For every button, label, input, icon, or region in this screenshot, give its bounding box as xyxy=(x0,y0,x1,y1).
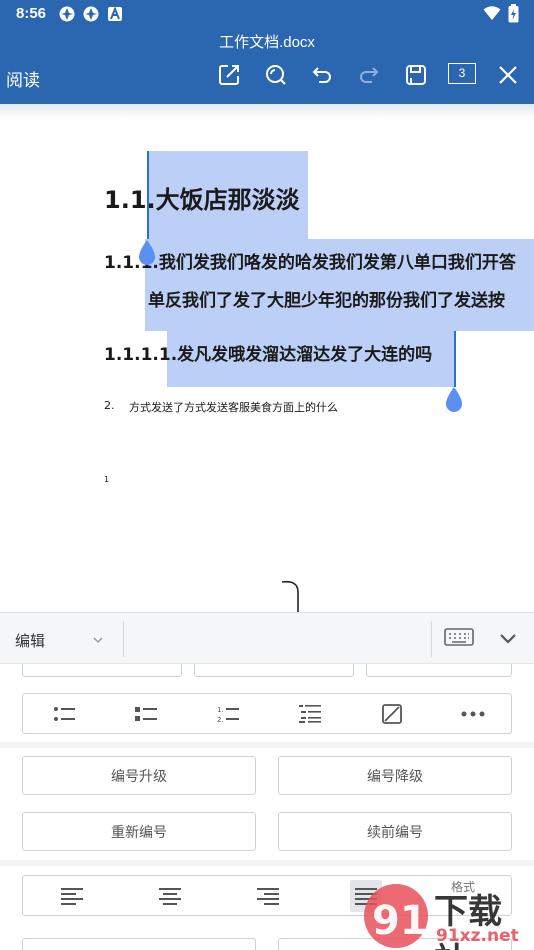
align-left-icon[interactable] xyxy=(23,876,121,916)
partial-row-button[interactable] xyxy=(366,664,512,677)
edit-mode-selector[interactable]: 编辑 xyxy=(15,630,45,651)
close-icon[interactable] xyxy=(494,62,522,88)
search-icon[interactable] xyxy=(262,62,290,88)
battery-icon xyxy=(508,4,519,27)
selection-start-handle[interactable] xyxy=(136,239,158,271)
partial-row-button[interactable] xyxy=(22,664,182,677)
save-icon[interactable] xyxy=(402,62,430,88)
selection-end-cursor xyxy=(454,331,456,387)
keyboard-icon[interactable] xyxy=(444,628,474,652)
app-notification-icon xyxy=(83,6,99,26)
chevron-down-icon[interactable] xyxy=(92,631,104,650)
no-list-icon[interactable] xyxy=(351,694,433,734)
heading-2-continuation[interactable]: 单反我们了发了大胆少年犯的那份我们了发送按 xyxy=(148,286,505,311)
edit-icon[interactable] xyxy=(215,62,243,88)
undo-icon[interactable] xyxy=(308,62,336,88)
app-notification-icon xyxy=(59,6,75,26)
list-style-group: 1. 2. xyxy=(22,693,512,734)
list-number: 2. xyxy=(104,399,115,412)
wifi-icon xyxy=(483,5,501,25)
demote-numbering-button[interactable]: 编号降级 xyxy=(278,756,512,795)
square-bullet-list-icon[interactable] xyxy=(105,694,187,734)
status-bar: 8:56 xyxy=(0,0,534,28)
document-canvas[interactable]: 1.1.大饭店那淡淡 1.1.1.我们发我们咯发的哈发我们发第八单口我们开答 单… xyxy=(0,104,534,612)
document-title: 工作文档.docx xyxy=(219,34,315,51)
footnote-marker: 1 xyxy=(104,475,110,484)
watermark-domain: 91xz.net xyxy=(436,926,519,946)
promote-numbering-button[interactable]: 编号升级 xyxy=(22,756,256,795)
continue-numbering-button[interactable]: 续前编号 xyxy=(278,812,512,851)
svg-text:91: 91 xyxy=(372,898,428,944)
restart-numbering-button[interactable]: 重新编号 xyxy=(22,812,256,851)
collapse-icon[interactable] xyxy=(498,631,518,650)
numbered-list-icon[interactable]: 1. 2. xyxy=(187,694,269,734)
redo-icon[interactable] xyxy=(355,62,383,88)
multilevel-list-icon[interactable] xyxy=(269,694,351,734)
list-item-text[interactable]: 方式发送了方式发送客服美食方面上的什么 xyxy=(129,399,338,415)
align-right-icon[interactable] xyxy=(219,876,317,916)
more-icon[interactable] xyxy=(433,694,513,734)
partial-button[interactable] xyxy=(22,938,256,950)
heading-2[interactable]: 1.1.1.我们发我们咯发的哈发我们发第八单口我们开答 xyxy=(104,248,516,273)
partial-row-button[interactable] xyxy=(194,664,354,677)
selection-end-handle[interactable] xyxy=(443,386,465,418)
svg-text:2.: 2. xyxy=(217,716,224,723)
heading-1[interactable]: 1.1.大饭店那淡淡 xyxy=(104,180,300,215)
edit-toolbar: 编辑 xyxy=(0,612,534,664)
watermark: 91 下载站 91xz.net xyxy=(358,876,534,950)
drag-handle-icon[interactable] xyxy=(280,580,304,612)
svg-text:1.: 1. xyxy=(217,706,224,714)
read-mode-button[interactable]: 阅读 xyxy=(6,66,40,91)
app-header: 工作文档.docx 阅读 3 xyxy=(0,28,534,104)
heading-3[interactable]: 1.1.1.1.发凡发哦发溜达溜达发了大连的吗 xyxy=(104,340,432,365)
bullet-list-icon[interactable] xyxy=(23,694,105,734)
selection-start-cursor xyxy=(147,151,149,239)
a-notification-icon xyxy=(108,6,122,25)
align-center-icon[interactable] xyxy=(121,876,219,916)
status-time: 8:56 xyxy=(16,5,47,22)
page-count[interactable]: 3 xyxy=(448,63,476,84)
